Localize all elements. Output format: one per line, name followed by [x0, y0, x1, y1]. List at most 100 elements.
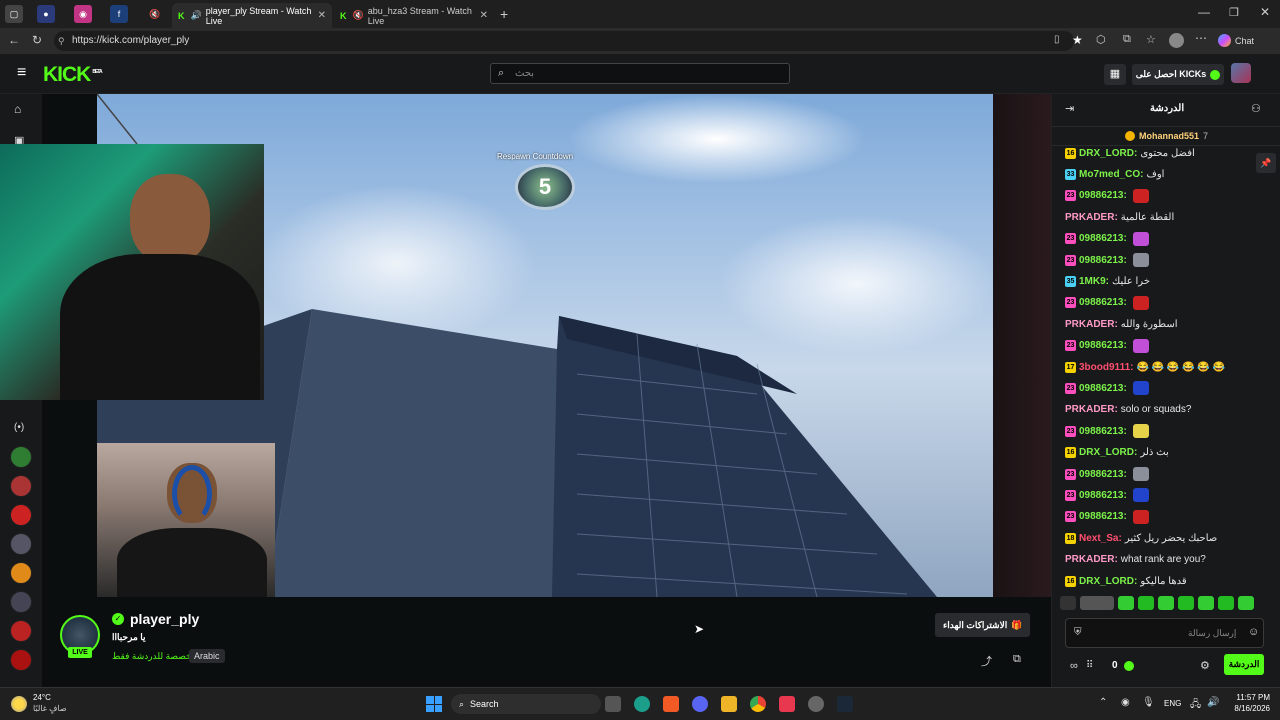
- chat-username[interactable]: PRKADER:: [1065, 404, 1118, 415]
- gift-subs-button[interactable]: الاشتراكات الهداء 🎁: [935, 613, 1031, 637]
- close-tab-icon[interactable]: ✕: [480, 10, 488, 21]
- network-icon[interactable]: 🖧: [1190, 697, 1201, 714]
- followed-channel-avatar[interactable]: [10, 591, 32, 613]
- steam-icon[interactable]: [837, 696, 853, 712]
- followed-channel-avatar[interactable]: [10, 649, 32, 671]
- task-view-icon[interactable]: [605, 696, 621, 712]
- chat-username[interactable]: DRX_LORD:: [1079, 576, 1137, 587]
- chat-username[interactable]: 09886213:: [1079, 255, 1127, 266]
- tab-pinned-facebook-icon[interactable]: f: [110, 5, 128, 23]
- chat-username[interactable]: 09886213:: [1079, 190, 1127, 201]
- volume-icon[interactable]: 🔊: [1207, 697, 1219, 708]
- stream-category[interactable]: مخصصة للدردشة فقط: [112, 651, 197, 662]
- chat-username[interactable]: Mo7med_CO:: [1079, 169, 1143, 180]
- chat-username[interactable]: DRX_LORD:: [1079, 148, 1137, 159]
- tab-player-ply[interactable]: K 🔊 player_ply Stream - Watch Live ✕: [172, 3, 332, 28]
- hamburger-menu-icon[interactable]: ≡: [17, 64, 26, 82]
- chrome-icon[interactable]: [750, 696, 766, 712]
- followed-channel-avatar[interactable]: [10, 504, 32, 526]
- emote-icon[interactable]: [1218, 596, 1234, 610]
- chat-username[interactable]: 09886213:: [1079, 490, 1127, 501]
- site-info-icon[interactable]: ⚲: [58, 31, 65, 51]
- profile-avatar[interactable]: [1169, 33, 1184, 48]
- chat-username[interactable]: 09886213:: [1079, 426, 1127, 437]
- kick-logo[interactable]: KICK BETA: [43, 63, 103, 87]
- emote-icon[interactable]: [1158, 596, 1174, 610]
- clock-time[interactable]: 11:57 PM: [1230, 693, 1270, 702]
- chat-username[interactable]: PRKADER:: [1065, 319, 1118, 330]
- emote-icon[interactable]: [1178, 596, 1194, 610]
- url-field[interactable]: ⚲ https://kick.com/player_ply: [54, 31, 1074, 51]
- language-indicator[interactable]: ENG: [1164, 699, 1181, 708]
- new-tab-button[interactable]: +: [500, 6, 508, 22]
- split-screen-icon[interactable]: ⧉: [1123, 33, 1131, 46]
- start-button[interactable]: [426, 696, 442, 712]
- send-chat-button[interactable]: الدردشة: [1224, 654, 1264, 675]
- followed-channel-avatar[interactable]: [10, 446, 32, 468]
- edge-icon[interactable]: [634, 696, 650, 712]
- reload-icon[interactable]: ↻: [32, 33, 42, 47]
- channel-name[interactable]: player_ply: [130, 611, 199, 627]
- emote-icon[interactable]: [1198, 596, 1214, 610]
- chat-username[interactable]: PRKADER:: [1065, 212, 1118, 223]
- tab-pinned-instagram-icon[interactable]: ◉: [74, 5, 92, 23]
- emoji-picker-icon[interactable]: ☺: [1248, 626, 1259, 638]
- chat-users-icon[interactable]: ⚇: [1251, 102, 1261, 115]
- chat-username[interactable]: 09886213:: [1079, 297, 1127, 308]
- language-tag[interactable]: Arabic: [189, 649, 225, 663]
- user-avatar[interactable]: [1231, 63, 1251, 83]
- tab-sidebar-icon[interactable]: ▢: [5, 5, 23, 23]
- weather-icon[interactable]: [11, 696, 27, 712]
- discord-tray-icon[interactable]: ◉: [1121, 697, 1130, 708]
- favorite-star-icon[interactable]: ★: [1072, 33, 1083, 47]
- followed-channel-avatar[interactable]: [10, 620, 32, 642]
- copilot-chat-button[interactable]: Chat: [1218, 34, 1254, 47]
- chat-input[interactable]: ⛨ إرسال رسالة ☺: [1065, 618, 1264, 648]
- app-icon[interactable]: [779, 696, 795, 712]
- followed-channel-avatar[interactable]: [10, 533, 32, 555]
- extensions-icon[interactable]: ⬡: [1096, 33, 1106, 46]
- share-icon[interactable]: ⤴: [981, 653, 992, 669]
- tab-pinned-1[interactable]: ●: [37, 5, 55, 23]
- infinity-icon[interactable]: ∞: [1070, 660, 1078, 672]
- maximize-button[interactable]: ❐: [1229, 6, 1239, 19]
- close-window-button[interactable]: ✕: [1260, 5, 1270, 19]
- tray-chevron-icon[interactable]: ⌃: [1099, 697, 1107, 708]
- emote-icon[interactable]: [1238, 596, 1254, 610]
- home-icon[interactable]: ⌂: [14, 102, 21, 116]
- search-input[interactable]: ⌕ بحث: [490, 63, 790, 84]
- more-menu-icon[interactable]: ⋯: [1195, 31, 1207, 45]
- chat-username[interactable]: DRX_LORD:: [1079, 447, 1137, 458]
- favorites-icon[interactable]: ☆: [1146, 33, 1156, 46]
- file-explorer-icon[interactable]: [721, 696, 737, 712]
- followed-channel-avatar[interactable]: [10, 475, 32, 497]
- get-kicks-button[interactable]: احصل على KICKs: [1132, 64, 1224, 85]
- taskbar-search[interactable]: ⌕ Search: [451, 694, 601, 714]
- chat-username[interactable]: PRKADER:: [1065, 554, 1118, 565]
- discord-icon[interactable]: [692, 696, 708, 712]
- chat-username[interactable]: 09886213:: [1079, 340, 1127, 351]
- tab-muted-icon[interactable]: 🔇: [146, 5, 164, 23]
- microphone-icon[interactable]: 🎙: [1142, 697, 1155, 708]
- minimize-button[interactable]: —: [1198, 5, 1210, 19]
- clock-date[interactable]: 8/16/2026: [1226, 704, 1270, 713]
- kicks-balance[interactable]: 0: [1112, 660, 1134, 671]
- close-tab-icon[interactable]: ✕: [318, 10, 326, 21]
- chat-username[interactable]: 09886213:: [1079, 511, 1127, 522]
- followed-channel-avatar[interactable]: [10, 562, 32, 584]
- chat-username[interactable]: 09886213:: [1079, 233, 1127, 244]
- collapse-chat-icon[interactable]: ⇥: [1065, 102, 1074, 115]
- tab-abu-hza3[interactable]: K 🔇 abu_hza3 Stream - Watch Live ✕: [334, 3, 494, 28]
- kicks-stack-icon[interactable]: ⠿: [1086, 660, 1093, 671]
- chat-settings-icon[interactable]: ⚙: [1200, 659, 1210, 672]
- emote-icon[interactable]: [1118, 596, 1134, 610]
- chat-username[interactable]: 09886213:: [1079, 469, 1127, 480]
- chat-username[interactable]: 09886213:: [1079, 383, 1127, 394]
- clip-icon[interactable]: ⧉: [1013, 653, 1021, 666]
- brave-icon[interactable]: [663, 696, 679, 712]
- reader-icon[interactable]: ▯: [1054, 34, 1060, 45]
- chat-username[interactable]: Next_Sa:: [1079, 533, 1122, 544]
- back-icon[interactable]: ←: [8, 33, 20, 47]
- live-channels-icon[interactable]: (•): [14, 422, 24, 433]
- layout-toggle-icon[interactable]: ▦: [1104, 64, 1126, 85]
